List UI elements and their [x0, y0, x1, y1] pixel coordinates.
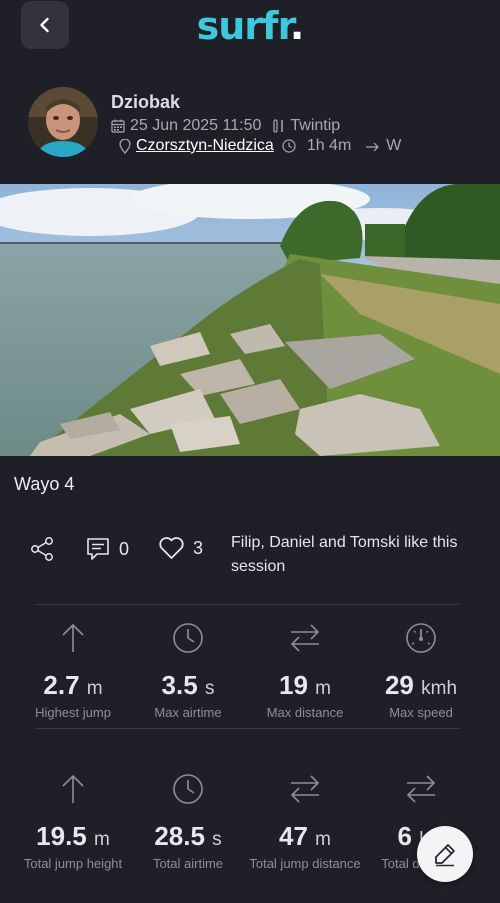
- session-photo[interactable]: [0, 184, 500, 456]
- stat-total-jump-height: 19.5 m Total jump height: [15, 771, 131, 871]
- stat-label: Max speed: [389, 705, 453, 720]
- stat-unit: m: [315, 829, 331, 850]
- heart-icon: [159, 537, 184, 559]
- likes-summary[interactable]: Filip, Daniel and Tomski like this sessi…: [231, 531, 491, 579]
- clock-icon: [173, 774, 203, 804]
- session-meta-row-2: Czorsztyn-Niedzica 1h 4m W: [111, 137, 401, 155]
- likes-count: 3: [193, 538, 204, 558]
- pencil-icon: [435, 844, 455, 867]
- stat-value: 19.5: [36, 821, 87, 851]
- clock-icon: [173, 623, 203, 653]
- share-button[interactable]: [30, 536, 54, 562]
- stat-label: Total airtime: [152, 856, 224, 871]
- arrow-up-icon: [62, 774, 84, 803]
- stat-value: 3.5: [161, 670, 198, 700]
- swap-arrows-icon: [290, 775, 320, 803]
- calendar-icon: [111, 119, 125, 133]
- stat-unit: s: [204, 678, 215, 699]
- session-date: 25 Jun 2025 11:50: [130, 117, 262, 134]
- stat-highest-jump: 2.7 m Highest jump: [15, 620, 131, 720]
- stat-label: Total jump height: [23, 856, 123, 871]
- session-duration: 1h 4m: [306, 137, 352, 154]
- divider-top: [35, 604, 459, 605]
- stat-value: 2.7: [43, 670, 80, 700]
- like-button[interactable]: 3: [158, 536, 203, 561]
- stat-unit: m: [94, 829, 110, 850]
- stat-label: Highest jump: [35, 705, 111, 720]
- stat-max-airtime: 3.5 s Max airtime: [130, 620, 246, 720]
- stat-label: Max airtime: [154, 705, 222, 720]
- share-icon: [31, 537, 53, 561]
- twintip-board-icon: [273, 119, 284, 133]
- stat-max-distance: 19 m Max distance: [247, 620, 363, 720]
- stat-unit: s: [212, 829, 222, 850]
- stat-value: 29: [384, 670, 414, 700]
- comments-button[interactable]: 0: [85, 536, 129, 562]
- stat-unit: kmh: [421, 678, 458, 699]
- session-title: Wayo 4: [14, 474, 75, 494]
- divider-middle: [35, 728, 459, 729]
- arrow-up-icon: [62, 623, 84, 652]
- swap-arrows-icon: [290, 624, 320, 652]
- duration-clock-icon: [282, 139, 296, 153]
- speedometer-icon: [406, 623, 436, 653]
- comments-count: 0: [119, 538, 130, 559]
- stat-value: 6: [397, 821, 412, 851]
- stat-total-jump-distance: 47 m Total jump distance: [247, 771, 363, 871]
- stat-unit: m: [315, 678, 331, 699]
- top-bar: surfr.: [0, 0, 500, 70]
- stat-unit: m: [86, 678, 103, 699]
- location-pin-icon: [119, 138, 131, 154]
- wind-direction: W: [386, 137, 402, 154]
- location-link[interactable]: Czorsztyn-Niedzica: [136, 137, 274, 155]
- stat-max-speed: 29 kmh Max speed: [363, 620, 479, 720]
- stat-value: 19: [279, 670, 308, 700]
- wind-direction-arrow-icon: [366, 142, 380, 152]
- stat-value: 47: [279, 821, 308, 851]
- stat-label: Max distance: [266, 705, 344, 720]
- stat-label: Total jump distance: [249, 856, 361, 871]
- session-discipline: Twintip: [290, 117, 341, 134]
- comment-icon: [87, 538, 109, 560]
- app-logo[interactable]: surfr.: [0, 4, 500, 48]
- stat-total-airtime: 28.5 s Total airtime: [130, 771, 246, 871]
- edit-session-button[interactable]: [417, 826, 473, 882]
- session-meta-row-1: 25 Jun 2025 11:50 Twintip: [111, 117, 340, 135]
- swap-arrows-icon: [406, 775, 436, 803]
- user-name[interactable]: Dziobak: [111, 92, 180, 113]
- stat-value: 28.5: [154, 821, 205, 851]
- avatar[interactable]: [28, 87, 98, 157]
